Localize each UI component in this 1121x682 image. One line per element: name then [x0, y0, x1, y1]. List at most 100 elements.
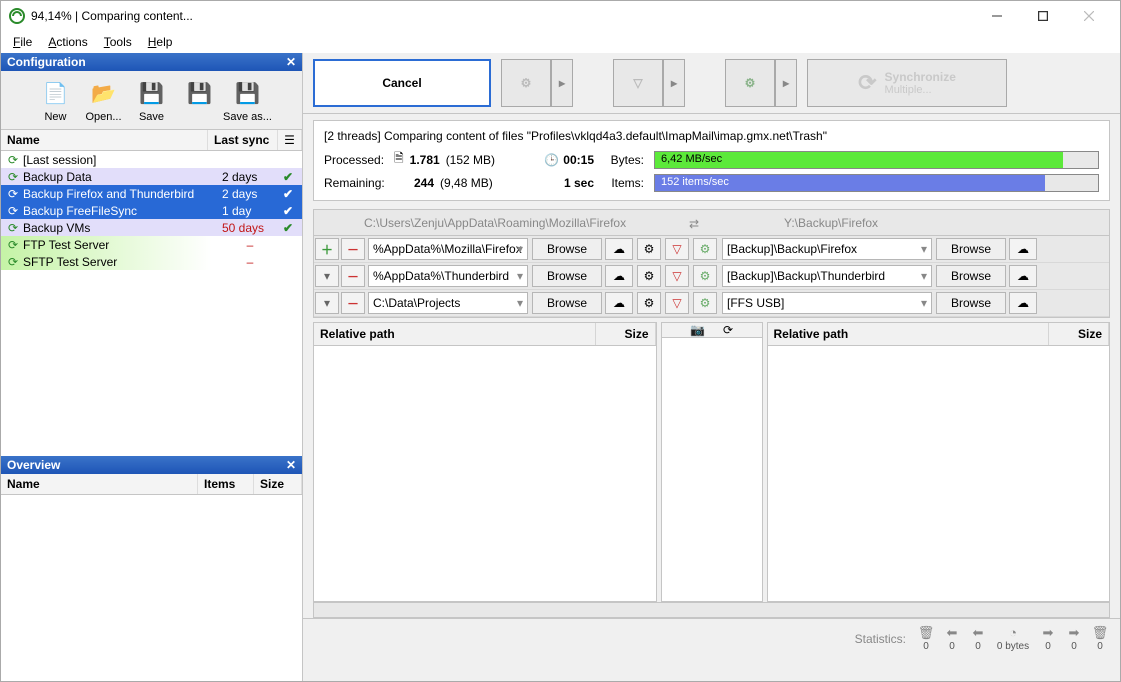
overview-panel-close-icon[interactable]: ✕ [286, 458, 296, 472]
sync-icon: ⟳ [5, 153, 21, 167]
config-panel-close-icon[interactable]: ✕ [286, 55, 296, 69]
pair-dropdown-button[interactable]: ▾ [315, 292, 339, 314]
horizontal-scrollbar[interactable] [313, 602, 1110, 618]
folder-pairs: C:\Users\Zenju\AppData\Roaming\Mozilla\F… [313, 209, 1110, 318]
remove-pair-button[interactable]: － [341, 238, 365, 260]
overview-col-size[interactable]: Size [254, 474, 302, 494]
funnel-icon: ▽ [672, 242, 681, 256]
action-view-icon[interactable]: ⟳ [723, 323, 733, 337]
cloud-left-button[interactable]: ☁ [605, 238, 633, 260]
cloud-right-button[interactable]: ☁ [1009, 265, 1037, 287]
trash-icon: 🗑 [918, 625, 935, 641]
menu-file[interactable]: File [7, 33, 38, 51]
pair-compare-button[interactable]: ⚙ [637, 238, 661, 260]
check-icon: ✔ [278, 204, 298, 218]
title-bar: 94,14% | Comparing content... [1, 1, 1120, 31]
menu-tools[interactable]: Tools [98, 33, 138, 51]
pair-sync-button[interactable]: ⚙ [693, 292, 717, 314]
sync-icon: ⟳ [5, 255, 21, 269]
menu-help[interactable]: Help [142, 33, 179, 51]
browse-left-button[interactable]: Browse [532, 265, 602, 287]
new-config-button[interactable]: 📄 New [34, 75, 78, 125]
middle-grid-body[interactable] [662, 338, 762, 601]
stat-delete-right: 🗑0 [1088, 625, 1112, 652]
close-button[interactable] [1066, 1, 1112, 31]
menu-actions[interactable]: Actions [42, 33, 93, 51]
pair-filter-button[interactable]: ▽ [665, 292, 689, 314]
col-size[interactable]: Size [596, 323, 656, 345]
config-row[interactable]: ⟳ [Last session] [1, 151, 302, 168]
pair-sync-button[interactable]: ⚙ [693, 265, 717, 287]
save-as-batch-icon: 💾 [232, 77, 264, 109]
save-config-button[interactable]: 💾 Save [130, 75, 174, 125]
browse-right-button[interactable]: Browse [936, 238, 1006, 260]
col-size[interactable]: Size [1049, 323, 1109, 345]
compare-settings-button[interactable]: ⚙ [501, 59, 551, 107]
pair-compare-button[interactable]: ⚙ [637, 292, 661, 314]
browse-left-button[interactable]: Browse [532, 292, 602, 314]
config-col-lastsync[interactable]: Last sync [208, 130, 278, 150]
config-panel-header: Configuration ✕ [1, 53, 302, 71]
filter-dropdown[interactable]: ▸ [663, 59, 685, 107]
config-lastsync: – [222, 255, 278, 269]
pair-compare-button[interactable]: ⚙ [637, 265, 661, 287]
plus-right-icon: ➡ [1043, 625, 1054, 641]
folder-pair-row: ▾ － C:\Data\Projects▾ Browse ☁ ⚙ ▽ ⚙ [FF… [314, 290, 1109, 317]
cloud-right-button[interactable]: ☁ [1009, 292, 1037, 314]
right-path-input[interactable]: [Backup]\Backup\Firefox▾ [722, 238, 932, 260]
pair-sync-button[interactable]: ⚙ [693, 238, 717, 260]
browse-right-button[interactable]: Browse [936, 292, 1006, 314]
config-row[interactable]: ⟳ Backup FreeFileSync 1 day ✔ [1, 202, 302, 219]
sync-settings-button[interactable]: ⚙ [725, 59, 775, 107]
save-icon: 💾 [136, 77, 168, 109]
pair-filter-button[interactable]: ▽ [665, 265, 689, 287]
cloud-right-button[interactable]: ☁ [1009, 238, 1037, 260]
remove-pair-button[interactable]: － [341, 265, 365, 287]
pair-filter-button[interactable]: ▽ [665, 238, 689, 260]
minimize-button[interactable] [974, 1, 1020, 31]
app-icon [9, 8, 25, 24]
config-col-name[interactable]: Name [1, 130, 208, 150]
overview-col-items[interactable]: Items [198, 474, 254, 494]
col-relative-path[interactable]: Relative path [314, 323, 596, 345]
compare-settings-dropdown[interactable]: ▸ [551, 59, 573, 107]
col-relative-path[interactable]: Relative path [768, 323, 1050, 345]
category-view-icon[interactable]: 📷 [690, 323, 705, 337]
left-grid-body[interactable] [314, 346, 656, 601]
bytes-rate: 6,42 MB/sec [661, 153, 722, 165]
cancel-button[interactable]: Cancel [313, 59, 491, 107]
right-grid-body[interactable] [768, 346, 1110, 601]
chevron-down-icon: ▾ [517, 269, 523, 283]
left-path-input[interactable]: %AppData%\Mozilla\Firefox▾ [368, 238, 528, 260]
left-path-input[interactable]: C:\Data\Projects▾ [368, 292, 528, 314]
config-row[interactable]: ⟳ Backup Data 2 days ✔ [1, 168, 302, 185]
cloud-left-button[interactable]: ☁ [605, 265, 633, 287]
save-as-sync-button[interactable]: 💾 [178, 75, 222, 125]
elapsed-time: 00:15 [563, 153, 594, 167]
overview-col-name[interactable]: Name [1, 474, 198, 494]
open-icon: 📂 [88, 77, 120, 109]
config-row[interactable]: ⟳ FTP Test Server – [1, 236, 302, 253]
left-path-input[interactable]: %AppData%\Thunderbird▾ [368, 265, 528, 287]
config-row[interactable]: ⟳ Backup VMs 50 days ✔ [1, 219, 302, 236]
config-col-options[interactable]: ☰ [278, 130, 302, 150]
browse-right-button[interactable]: Browse [936, 265, 1006, 287]
cloud-left-button[interactable]: ☁ [605, 292, 633, 314]
maximize-button[interactable] [1020, 1, 1066, 31]
pair-dropdown-button[interactable]: ▾ [315, 265, 339, 287]
browse-left-button[interactable]: Browse [532, 238, 602, 260]
synchronize-button[interactable]: ⟳ Synchronize Multiple... [807, 59, 1007, 107]
config-row[interactable]: ⟳ Backup Firefox and Thunderbird 2 days … [1, 185, 302, 202]
config-row[interactable]: ⟳ SFTP Test Server – [1, 253, 302, 270]
add-pair-button[interactable]: ＋ [315, 238, 339, 260]
right-path-input[interactable]: [FFS USB]▾ [722, 292, 932, 314]
sync-settings-dropdown[interactable]: ▸ [775, 59, 797, 107]
browse-label: Browse [951, 269, 991, 283]
filter-button[interactable]: ▽ [613, 59, 663, 107]
open-config-button[interactable]: 📂 Open... [82, 75, 126, 125]
save-as-batch-button[interactable]: 💾 Save as... [226, 75, 270, 125]
statistics-icons: 🗑0 ⬅0 ⬅0 ◔0 bytes ➡0 ➡0 🗑0 [914, 625, 1112, 652]
swap-sides-button[interactable]: ⇄ [654, 215, 734, 231]
remove-pair-button[interactable]: － [341, 292, 365, 314]
right-path-input[interactable]: [Backup]\Backup\Thunderbird▾ [722, 265, 932, 287]
